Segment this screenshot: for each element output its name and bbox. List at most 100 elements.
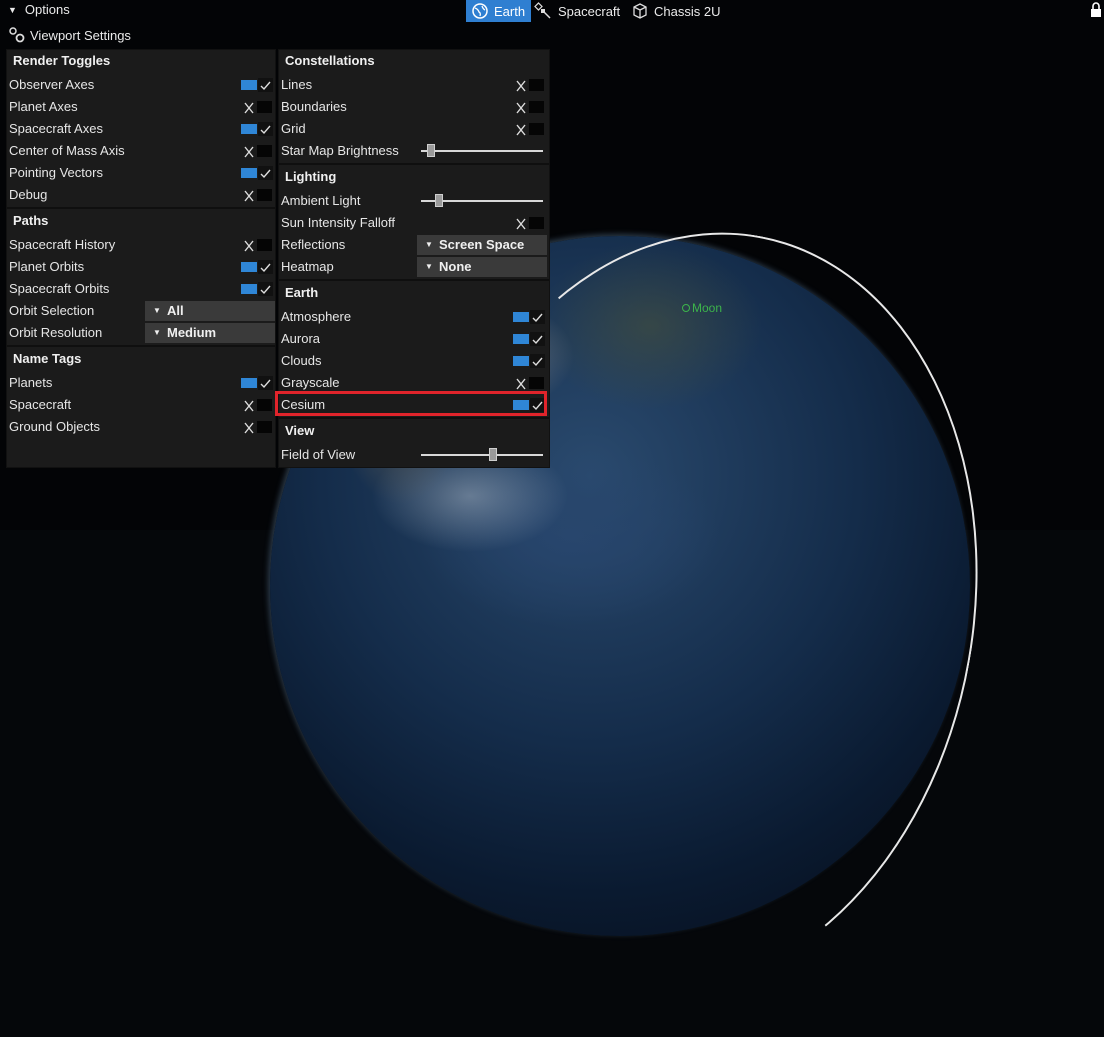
lock-button[interactable]	[1090, 2, 1102, 23]
x-icon	[516, 80, 526, 92]
star-map-brightness-label: Star Map Brightness	[281, 143, 399, 158]
viewport-settings-header[interactable]: Viewport Settings	[8, 26, 131, 44]
satellite-icon	[534, 2, 551, 19]
tab-earth-label: Earth	[494, 3, 526, 19]
field-of-view-slider[interactable]	[421, 448, 543, 462]
x-icon	[516, 218, 526, 230]
reflections-label: Reflections	[281, 237, 346, 252]
heatmap-label: Heatmap	[281, 259, 334, 274]
observer-axes-label: Observer Axes	[9, 77, 95, 92]
planets-toggle[interactable]	[241, 376, 273, 390]
orbit-resolution-value: Medium	[167, 325, 217, 340]
x-icon	[516, 378, 526, 390]
gear-icon	[9, 27, 25, 43]
spacecraft-tags-toggle[interactable]	[241, 398, 273, 412]
ground-objects-toggle[interactable]	[241, 420, 273, 434]
heatmap-dropdown[interactable]: ▼ None	[417, 257, 547, 277]
divider	[279, 417, 549, 419]
orbit-selection-dropdown[interactable]: ▼ All	[145, 301, 275, 321]
paths-title: Paths	[13, 213, 49, 228]
atmosphere-toggle[interactable]	[513, 310, 545, 324]
row-debug: Debug	[7, 184, 275, 206]
planet-orbits-toggle[interactable]	[241, 260, 273, 274]
field-of-view-label: Field of View	[281, 447, 356, 462]
ambient-light-label: Ambient Light	[281, 193, 361, 208]
planet-axes-toggle[interactable]	[241, 100, 273, 114]
slider-thumb[interactable]	[489, 448, 497, 461]
row-planets: Planets	[7, 372, 275, 394]
spacecraft-tags-label: Spacecraft	[9, 397, 72, 412]
pointing-vectors-toggle[interactable]	[241, 166, 273, 180]
tab-chassis-2u[interactable]: Chassis 2U	[626, 0, 726, 22]
lines-label: Lines	[281, 77, 313, 92]
observer-axes-toggle[interactable]	[241, 78, 273, 92]
grid-toggle[interactable]	[513, 122, 545, 136]
heatmap-value: None	[439, 259, 472, 274]
options-menu[interactable]: ▼ Options	[8, 2, 70, 17]
divider	[7, 207, 275, 209]
row-ambient-light: Ambient Light	[279, 190, 549, 212]
grayscale-toggle[interactable]	[513, 376, 545, 390]
check-icon	[260, 81, 271, 91]
orbit-resolution-label: Orbit Resolution	[9, 325, 103, 340]
spacecraft-axes-toggle[interactable]	[241, 122, 273, 136]
orbit-resolution-dropdown[interactable]: ▼ Medium	[145, 323, 275, 343]
lighting-title: Lighting	[285, 169, 337, 184]
center-of-mass-axis-label: Center of Mass Axis	[9, 143, 125, 158]
x-icon	[244, 240, 254, 252]
caret-down-icon: ▼	[8, 4, 17, 15]
boundaries-label: Boundaries	[281, 99, 347, 114]
center-of-mass-axis-toggle[interactable]	[241, 144, 273, 158]
row-planet-axes: Planet Axes	[7, 96, 275, 118]
atmosphere-label: Atmosphere	[281, 309, 352, 324]
row-spacecraft-tags: Spacecraft	[7, 394, 275, 416]
aurora-label: Aurora	[281, 331, 321, 346]
x-icon	[244, 190, 254, 202]
star-map-brightness-slider[interactable]	[421, 144, 543, 158]
debug-toggle[interactable]	[241, 188, 273, 202]
tab-spacecraft[interactable]: Spacecraft	[528, 0, 626, 22]
sun-intensity-falloff-label: Sun Intensity Falloff	[281, 215, 395, 230]
row-aurora: Aurora	[279, 328, 549, 350]
check-icon	[532, 357, 543, 367]
debug-label: Debug	[9, 187, 48, 202]
divider	[279, 163, 549, 165]
planet-axes-label: Planet Axes	[9, 99, 78, 114]
caret-down-icon: ▼	[425, 240, 433, 249]
cube-icon	[633, 3, 647, 19]
aurora-toggle[interactable]	[513, 332, 545, 346]
clouds-label: Clouds	[281, 353, 322, 368]
render-toggles-title: Render Toggles	[13, 53, 111, 68]
moon-marker-icon	[682, 304, 690, 312]
row-center-of-mass-axis: Center of Mass Axis	[7, 140, 275, 162]
tab-earth[interactable]: Earth	[466, 0, 532, 22]
check-icon	[260, 285, 271, 295]
check-icon	[260, 125, 271, 135]
row-spacecraft-axes: Spacecraft Axes	[7, 118, 275, 140]
row-grid: Grid	[279, 118, 549, 140]
reflections-dropdown[interactable]: ▼ Screen Space	[417, 235, 547, 255]
lines-toggle[interactable]	[513, 78, 545, 92]
viewport-settings-label: Viewport Settings	[30, 27, 131, 43]
ambient-light-slider[interactable]	[421, 194, 543, 208]
planet-orbits-label: Planet Orbits	[9, 259, 85, 274]
spacecraft-orbits-toggle[interactable]	[241, 282, 273, 296]
clouds-toggle[interactable]	[513, 354, 545, 368]
moon-label-text: Moon	[692, 301, 723, 315]
spacecraft-history-label: Spacecraft History	[9, 237, 116, 252]
check-icon	[260, 379, 271, 389]
row-boundaries: Boundaries	[279, 96, 549, 118]
row-lines: Lines	[279, 74, 549, 96]
row-clouds: Clouds	[279, 350, 549, 372]
moon-name-tag[interactable]: Moon	[682, 301, 722, 315]
sun-intensity-falloff-toggle[interactable]	[513, 216, 545, 230]
check-icon	[532, 335, 543, 345]
spacecraft-history-toggle[interactable]	[241, 238, 273, 252]
divider	[279, 279, 549, 281]
boundaries-toggle[interactable]	[513, 100, 545, 114]
slider-thumb[interactable]	[435, 194, 443, 207]
slider-thumb[interactable]	[427, 144, 435, 157]
name-tags-title: Name Tags	[13, 351, 82, 366]
ground-objects-label: Ground Objects	[9, 419, 101, 434]
orbit-selection-value: All	[167, 303, 184, 318]
